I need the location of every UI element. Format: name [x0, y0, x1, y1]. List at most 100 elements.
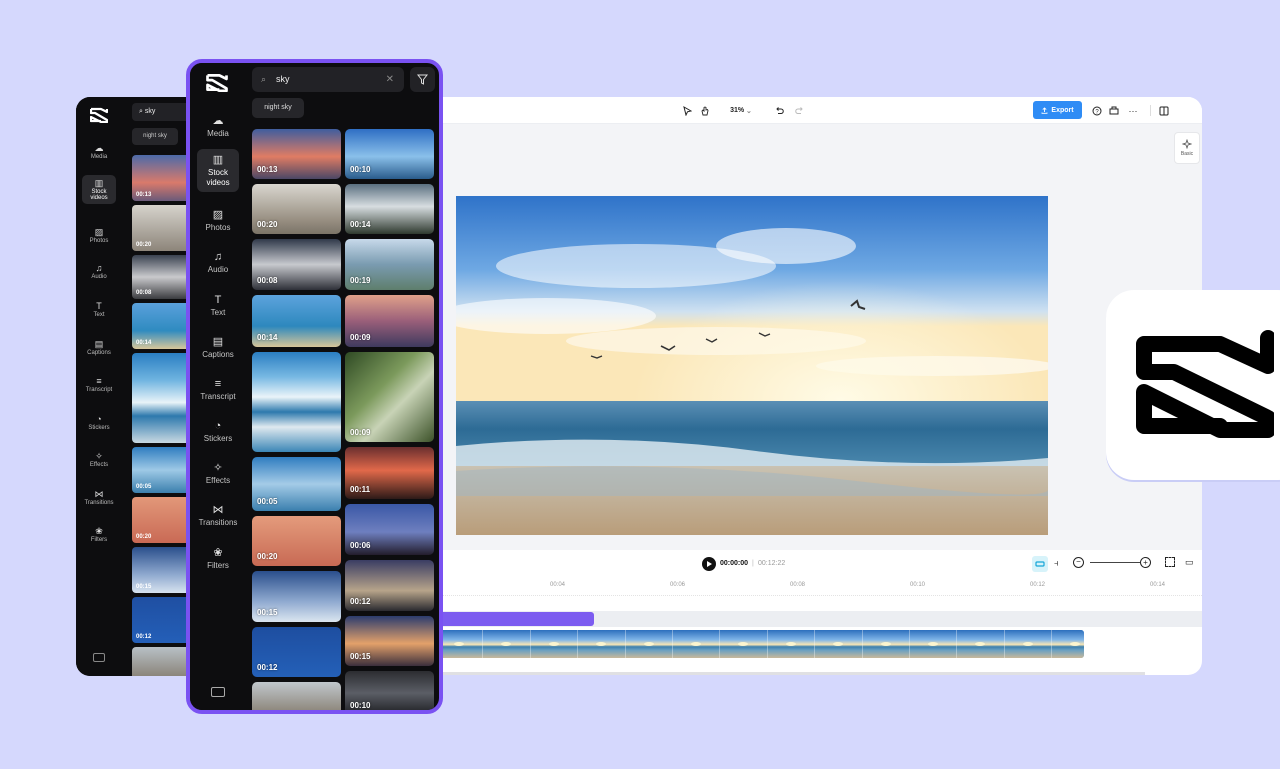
back-nav-stock-videos[interactable]: ▥ Stock videos [82, 175, 116, 204]
capcut-app-icon [1106, 290, 1280, 480]
stock-video-thumb[interactable]: 00:20 [132, 497, 192, 543]
stock-video-thumb[interactable]: 00:14 [132, 303, 192, 349]
front-search-input[interactable]: ⌕ sky ✕ [252, 67, 404, 92]
stock-video-thumb[interactable]: 00:09 [345, 352, 434, 442]
back-nav-filters[interactable]: ❀ Filters [82, 526, 116, 543]
help-icon[interactable]: ? [1091, 103, 1103, 118]
thumb-duration: 00:10 [350, 701, 371, 710]
undo-icon[interactable] [773, 103, 785, 118]
stock-video-thumb[interactable]: 00:12 [132, 597, 192, 643]
stock-video-thumb[interactable]: 00:13 [132, 155, 192, 201]
stock-video-thumb[interactable]: 00:05 [132, 447, 192, 493]
redo-icon[interactable] [793, 103, 805, 118]
back-nav-transcript[interactable]: ≡ Transcript [82, 376, 116, 393]
stock-video-thumb[interactable]: 00:14 [252, 295, 341, 347]
zoom-select[interactable]: 31% ⌄ [726, 103, 756, 118]
front-nav-stock-videos[interactable]: ▥ Stock videos [197, 149, 239, 192]
front-media-panel: ☁ Media ▥ Stock videos ▨ Photos ♫ Audio T Tex… [186, 59, 443, 714]
stock-video-thumb[interactable]: 00:10 [345, 129, 434, 179]
nav-label: Photos [89, 238, 109, 244]
nav-label: Stickers [88, 425, 110, 431]
ruler-tick: 00:06 [670, 582, 686, 588]
stock-video-thumb[interactable] [252, 682, 341, 710]
zoom-slider[interactable] [1090, 562, 1140, 563]
stock-video-thumb[interactable]: 00:10 [345, 671, 434, 710]
back-nav-photos[interactable]: ▨ Photos [82, 227, 116, 244]
stock-video-thumb[interactable]: 00:13 [252, 129, 341, 179]
back-nav-stickers[interactable]: ◔ Stickers [82, 414, 116, 431]
stock-video-thumb[interactable] [132, 647, 192, 676]
stock-video-thumb[interactable]: 00:15 [252, 571, 341, 622]
stock-video-thumb[interactable]: 00:15 [132, 547, 192, 593]
export-button[interactable]: Export [1033, 101, 1082, 119]
back-nav-captions[interactable]: ▤ Captions [82, 339, 116, 356]
timeline-ruler[interactable]: 00:04 00:06 00:08 00:10 00:12 00:14 [400, 578, 1202, 596]
basic-tool-button[interactable]: Basic [1174, 132, 1200, 164]
nav-label: Audio [207, 265, 229, 274]
front-nav-stickers[interactable]: ◔ Stickers [197, 420, 239, 444]
stock-video-thumb[interactable]: 00:09 [345, 295, 434, 347]
pointer-icon[interactable] [680, 103, 694, 118]
stock-video-thumb[interactable]: 00:06 [345, 504, 434, 555]
zoom-out-icon[interactable]: − [1073, 557, 1084, 568]
split-icon[interactable]: ⫞ [1054, 558, 1059, 569]
front-nav-text[interactable]: T Text [197, 294, 239, 318]
layout-icon[interactable] [1158, 103, 1170, 118]
play-icon[interactable] [702, 557, 716, 571]
nav-label: Transitions [198, 518, 238, 527]
stock-video-thumb[interactable]: 00:14 [345, 184, 434, 234]
front-suggestion-chip[interactable]: night sky [252, 98, 304, 118]
stock-video-thumb[interactable]: 00:08 [132, 255, 192, 299]
front-nav-transitions[interactable]: ⋈ Transitions [197, 504, 239, 528]
stock-video-thumb[interactable]: 00:19 [345, 239, 434, 290]
front-nav-captions[interactable]: ▤ Captions [197, 336, 239, 360]
back-nav-media[interactable]: ☁ Media [82, 143, 116, 160]
stock-video-thumb[interactable] [132, 353, 192, 443]
comment-icon[interactable]: ▭ [1185, 557, 1194, 568]
hand-icon[interactable] [698, 103, 712, 118]
clear-icon[interactable]: ✕ [386, 67, 394, 92]
thumb-duration: 00:15 [350, 652, 371, 661]
stock-video-thumb[interactable]: 00:20 [132, 205, 192, 251]
zoom-value: 31% [730, 107, 745, 114]
stock-video-thumb[interactable]: 00:11 [345, 447, 434, 499]
auto-snap-icon[interactable] [1032, 556, 1048, 572]
nav-label: Photos [205, 223, 231, 232]
more-icon[interactable]: ··· [1126, 103, 1140, 118]
stock-video-thumb[interactable]: 00:12 [345, 560, 434, 611]
thumb-duration: 00:14 [257, 333, 278, 342]
back-nav-transitions[interactable]: ⋈ Transitions [82, 489, 116, 506]
nav-label: Transitions [84, 500, 114, 506]
fit-icon[interactable] [1165, 557, 1175, 567]
front-nav-audio[interactable]: ♫ Audio [197, 251, 239, 275]
stock-video-thumb[interactable]: 00:08 [252, 239, 341, 290]
video-clip[interactable] [436, 630, 1084, 658]
stock-video-thumb[interactable] [252, 352, 341, 452]
back-nav-audio[interactable]: ♫ Audio [82, 263, 116, 280]
keyboard-shortcuts-icon[interactable] [211, 687, 225, 697]
back-nav-text[interactable]: T Text [82, 301, 116, 318]
stock-video-thumb[interactable]: 00:12 [252, 627, 341, 677]
film-icon: ▥ [212, 154, 224, 166]
front-nav-photos[interactable]: ▨ Photos [197, 209, 239, 233]
total-time: 00:12:22 [758, 560, 786, 567]
back-nav-effects[interactable]: ✧ Effects [82, 451, 116, 468]
stock-video-thumb[interactable]: 00:20 [252, 516, 341, 566]
video-preview[interactable] [456, 196, 1048, 535]
stock-video-thumb[interactable]: 00:15 [345, 616, 434, 666]
front-nav-transcript[interactable]: ≡ Transcript [197, 378, 239, 402]
keyboard-icon[interactable] [1108, 103, 1120, 118]
stock-video-thumb[interactable]: 00:20 [252, 184, 341, 234]
back-suggestion-chip[interactable]: night sky [132, 128, 178, 145]
stock-video-thumb[interactable]: 00:05 [252, 457, 341, 511]
front-nav-effects[interactable]: ✧ Effects [197, 462, 239, 486]
filter-button[interactable] [410, 67, 435, 92]
zoom-in-icon[interactable]: + [1140, 557, 1151, 568]
audio-clip[interactable] [436, 612, 594, 626]
front-nav-filters[interactable]: ❀ Filters [197, 547, 239, 571]
back-search-input[interactable]: ⌕ sky [132, 103, 192, 121]
front-nav-media[interactable]: ☁ Media [197, 115, 239, 139]
thumb-duration: 00:09 [350, 333, 371, 342]
timeline-scrollbar[interactable] [400, 672, 1145, 675]
keyboard-shortcuts-icon[interactable] [93, 653, 105, 662]
